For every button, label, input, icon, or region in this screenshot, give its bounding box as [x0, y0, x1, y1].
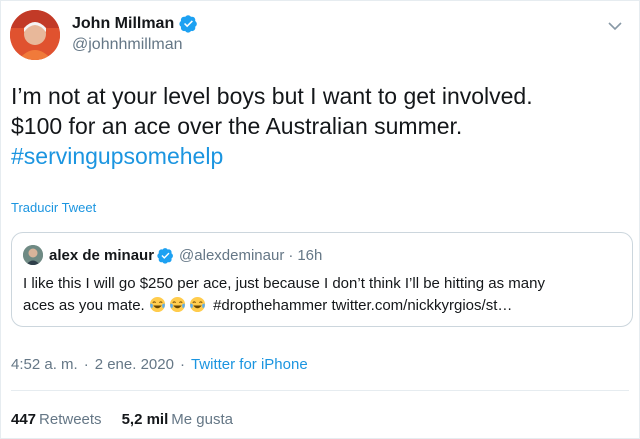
tweet-text-line-2: $100 for an ace over the Australian summ…: [11, 113, 463, 139]
verified-badge-icon: [179, 15, 198, 33]
quoted-text-line-1: I like this I will go $250 per ace, just…: [23, 275, 545, 292]
quoted-avatar-image: [23, 245, 43, 265]
likes-stat[interactable]: 5,2 mil Me gusta: [122, 411, 233, 428]
quoted-tweet-text: I like this I will go $250 per ace, just…: [23, 273, 623, 317]
quoted-separator: ·: [288, 246, 294, 264]
quoted-tweet-header: alex de minaur @alexdeminaur · 16h: [23, 245, 322, 265]
tweet-card: John Millman @johnhmillman I’m not at yo…: [0, 0, 640, 439]
translate-tweet-link[interactable]: Traducir Tweet: [11, 200, 96, 215]
avatar-image: [10, 10, 60, 60]
tweet-text: I’m not at your level boys but I want to…: [11, 81, 631, 171]
tweet-source-link[interactable]: Twitter for iPhone: [191, 356, 308, 373]
hashtag-link[interactable]: #servingupsomehelp: [11, 141, 631, 171]
verified-badge-icon: [157, 247, 173, 264]
tears-of-joy-emoji-icon: [169, 296, 185, 313]
author-handle[interactable]: @johnhmillman: [72, 36, 198, 54]
quoted-timestamp[interactable]: 16h: [297, 247, 322, 264]
likes-count: 5,2 mil: [121, 411, 169, 428]
retweets-stat[interactable]: 447 Retweets: [11, 411, 102, 428]
meta-separator: ·: [83, 356, 89, 373]
quoted-text-line-2-start: aces as you mate.: [23, 297, 145, 314]
tweet-date[interactable]: 2 ene. 2020: [95, 356, 174, 373]
quoted-hashtag: #dropthehammer: [213, 297, 328, 314]
likes-label: Me gusta: [171, 411, 233, 428]
meta-separator: ·: [179, 356, 185, 373]
divider: [11, 390, 629, 391]
tweet-meta: 4:52 a. m. · 2 ene. 2020 · Twitter for iPhon…: [11, 356, 308, 373]
tweet-stats: 447 Retweets 5,2 mil Me gusta: [11, 411, 253, 428]
chevron-down-icon[interactable]: [608, 21, 622, 31]
quoted-link: twitter.com/nickkyrgios/st…: [331, 297, 513, 314]
tweet-time[interactable]: 4:52 a. m.: [11, 356, 78, 373]
retweets-count: 447: [11, 411, 37, 428]
quoted-text-line-2: aces as you mate. #dropthehammer twitter…: [23, 295, 623, 317]
author-block: John Millman @johnhmillman: [72, 14, 198, 54]
quoted-author-handle: @alexdeminaur: [179, 246, 285, 264]
author-name[interactable]: John Millman: [72, 15, 174, 33]
quoted-author-avatar[interactable]: [23, 245, 43, 265]
tears-of-joy-emoji-icon: [189, 296, 205, 313]
tweet-text-line-1: I’m not at your level boys but I want to…: [11, 83, 533, 109]
quoted-tweet[interactable]: alex de minaur @alexdeminaur · 16h I lik…: [11, 232, 633, 327]
quoted-author-name[interactable]: alex de minaur: [49, 247, 154, 264]
retweets-label: Retweets: [39, 411, 102, 428]
tears-of-joy-emoji-icon: [149, 296, 165, 313]
author-avatar[interactable]: [10, 10, 60, 60]
